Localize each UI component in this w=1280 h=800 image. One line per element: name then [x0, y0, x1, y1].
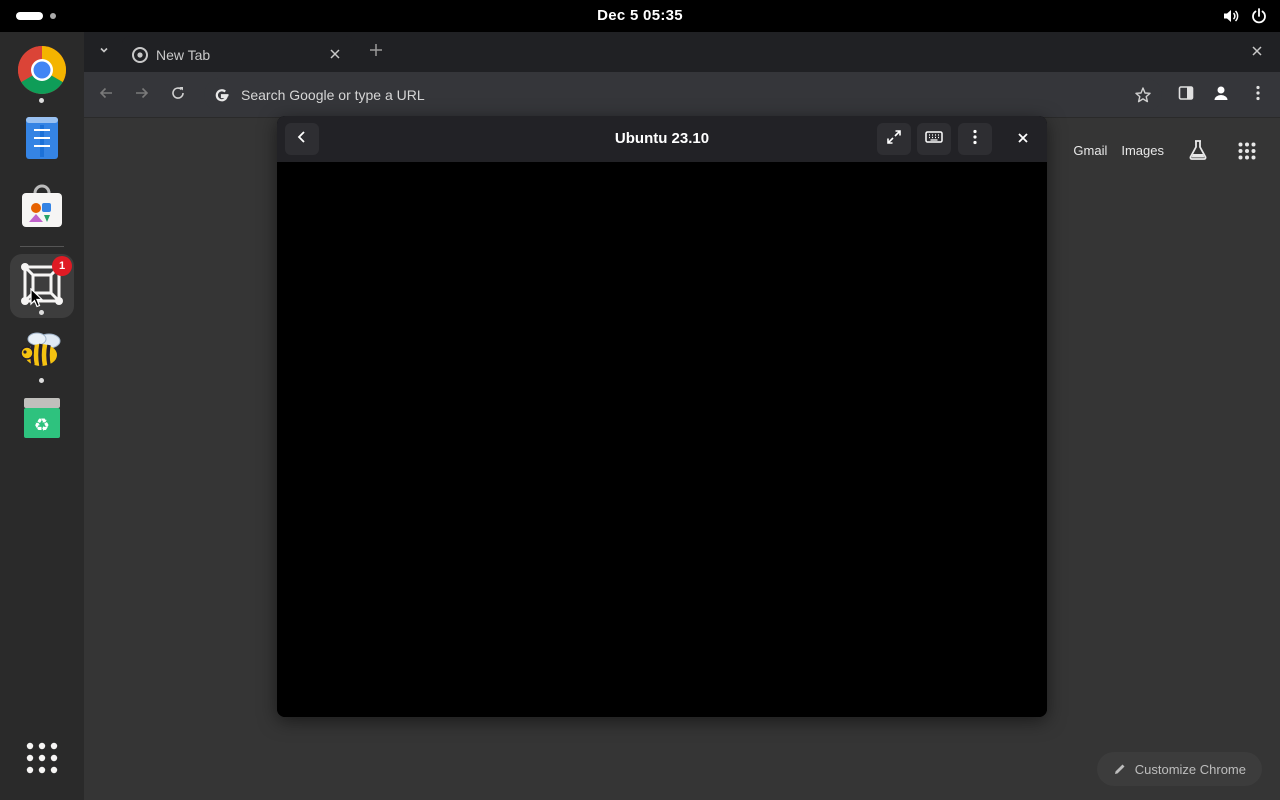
google-apps-icon[interactable] [1238, 142, 1256, 165]
workspace-indicator-active [16, 12, 43, 20]
side-panel-button[interactable] [1175, 84, 1197, 106]
svg-text:♻: ♻ [34, 415, 50, 436]
mouse-pointer-icon [30, 287, 44, 313]
pencil-icon [1114, 764, 1125, 774]
customize-chrome-button[interactable]: Customize Chrome [1096, 752, 1262, 786]
dock-app-app-center[interactable] [10, 176, 74, 240]
power-icon[interactable] [1250, 7, 1268, 25]
system-tray[interactable] [1222, 7, 1268, 25]
notification-badge: 1 [52, 256, 72, 276]
dock-app-text-editor[interactable] [10, 108, 74, 172]
chrome-icon [17, 45, 67, 100]
close-icon [1252, 43, 1262, 61]
reload-button[interactable] [167, 84, 189, 106]
show-apps-icon [25, 741, 59, 780]
dock-separator [20, 246, 64, 247]
send-keys-button[interactable] [917, 123, 951, 155]
vm-display[interactable] [277, 162, 1047, 717]
tab-strip: New Tab [84, 32, 1280, 72]
dialog-close-button[interactable] [1011, 127, 1035, 151]
new-tab-button[interactable] [366, 42, 386, 62]
chevron-down-icon [98, 43, 110, 61]
arrow-right-icon [134, 85, 150, 106]
dialog-header-bar: Ubuntu 23.10 [277, 116, 1047, 162]
fullscreen-button[interactable] [877, 123, 911, 155]
top-bar: Dec 5 05:35 [0, 0, 1280, 32]
keyboard-icon [925, 130, 943, 149]
omnibox[interactable]: Search Google or type a URL [204, 78, 1162, 112]
window-close-button[interactable] [1248, 43, 1266, 61]
omnibox-placeholder: Search Google or type a URL [241, 87, 425, 103]
trash-icon: ♻ [22, 396, 62, 445]
bee-icon [19, 327, 65, 378]
google-g-icon [214, 87, 230, 108]
tab-close-icon[interactable] [326, 45, 344, 63]
text-editor-icon [22, 115, 62, 166]
reload-icon [170, 85, 186, 106]
volume-icon[interactable] [1222, 7, 1240, 25]
labs-flask-icon[interactable] [1186, 138, 1210, 167]
plus-icon [369, 43, 383, 62]
dock-app-bee[interactable] [10, 320, 74, 384]
tab-title: New Tab [156, 47, 211, 63]
back-button[interactable] [285, 123, 319, 155]
images-link[interactable]: Images [1121, 143, 1164, 158]
arrow-left-icon [98, 85, 114, 106]
app-center-icon [19, 183, 65, 234]
dock: 1 ♻ [0, 32, 84, 800]
menu-button[interactable] [1247, 84, 1269, 106]
vm-display-window: Ubuntu 23.10 [277, 116, 1047, 717]
activities-button[interactable] [16, 12, 56, 20]
gmail-link[interactable]: Gmail [1073, 143, 1107, 158]
dock-app-trash[interactable]: ♻ [10, 388, 74, 452]
side-panel-icon [1178, 85, 1194, 106]
tab-search-button[interactable] [94, 42, 114, 62]
kebab-menu-icon [972, 129, 978, 150]
ntp-header-links: Gmail Images [1073, 143, 1164, 158]
profile-button[interactable] [1210, 84, 1232, 106]
expand-icon [886, 129, 902, 150]
forward-button[interactable] [131, 84, 153, 106]
workspace-indicator [50, 13, 56, 19]
close-icon [1018, 130, 1028, 148]
running-indicator [39, 98, 44, 103]
chrome-favicon-icon [132, 47, 148, 68]
chevron-left-icon [295, 130, 309, 149]
tab-new-tab[interactable]: New Tab [122, 36, 354, 72]
back-button[interactable] [95, 84, 117, 106]
vm-menu-button[interactable] [958, 123, 992, 155]
bookmark-star-icon[interactable] [1134, 86, 1152, 109]
running-indicator [39, 378, 44, 383]
dock-app-chrome[interactable] [10, 40, 74, 104]
kebab-menu-icon [1255, 85, 1261, 106]
customize-chrome-label: Customize Chrome [1134, 761, 1246, 777]
show-apps-button[interactable] [10, 728, 74, 792]
toolbar: Search Google or type a URL [84, 72, 1280, 118]
profile-icon [1212, 84, 1230, 107]
vm-title: Ubuntu 23.10 [614, 130, 710, 147]
clock[interactable]: Dec 5 05:35 [597, 7, 683, 24]
